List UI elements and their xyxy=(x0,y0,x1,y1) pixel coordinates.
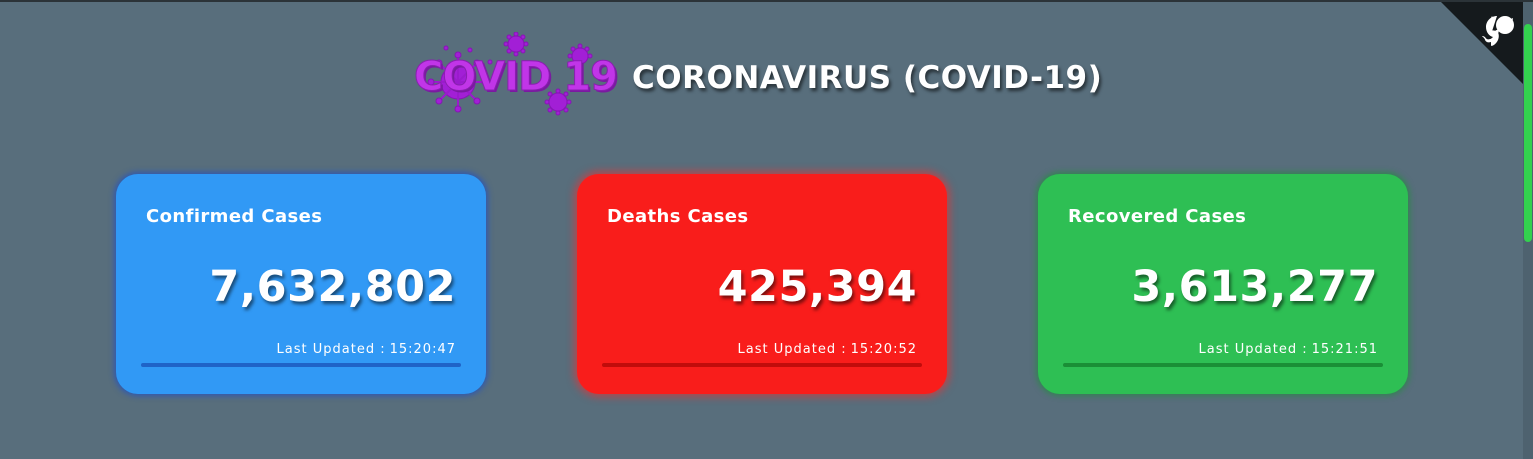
card-value: 425,394 xyxy=(717,262,917,312)
github-corner-link[interactable] xyxy=(1441,2,1523,84)
covid-logo: COVID 19 xyxy=(410,32,620,124)
card-divider xyxy=(141,363,461,367)
card-divider xyxy=(602,363,922,367)
card-label: Confirmed Cases xyxy=(146,206,323,227)
last-updated-label: Last Updated : xyxy=(276,342,386,357)
recovered-cases-card: Recovered Cases 3,613,277 Last Updated :… xyxy=(1038,174,1408,394)
last-updated-label: Last Updated : xyxy=(1198,342,1308,357)
scrollbar-thumb[interactable] xyxy=(1524,24,1532,242)
logo-text: COVID 19 xyxy=(414,54,619,101)
last-updated: Last Updated :15:20:47 xyxy=(273,342,456,357)
page-title: CORONAVIRUS (COVID-19) xyxy=(632,60,1103,96)
card-label: Recovered Cases xyxy=(1068,206,1247,227)
page-header: COVID 19 CORONAVIRUS (COVID-19) xyxy=(410,32,1102,124)
last-updated: Last Updated :15:21:51 xyxy=(1195,342,1378,357)
card-label: Deaths Cases xyxy=(607,206,749,227)
card-divider xyxy=(1063,363,1383,367)
github-octocat-icon xyxy=(1441,2,1523,84)
last-updated: Last Updated :15:20:52 xyxy=(734,342,917,357)
last-updated-label: Last Updated : xyxy=(737,342,847,357)
card-value: 7,632,802 xyxy=(209,262,456,312)
deaths-cases-card: Deaths Cases 425,394 Last Updated :15:20… xyxy=(577,174,947,394)
last-updated-time: 15:20:47 xyxy=(389,342,456,357)
card-value: 3,613,277 xyxy=(1131,262,1378,312)
last-updated-time: 15:20:52 xyxy=(850,342,917,357)
last-updated-time: 15:21:51 xyxy=(1311,342,1378,357)
confirmed-cases-card: Confirmed Cases 7,632,802 Last Updated :… xyxy=(116,174,486,394)
page-scrollbar[interactable] xyxy=(1523,2,1533,459)
